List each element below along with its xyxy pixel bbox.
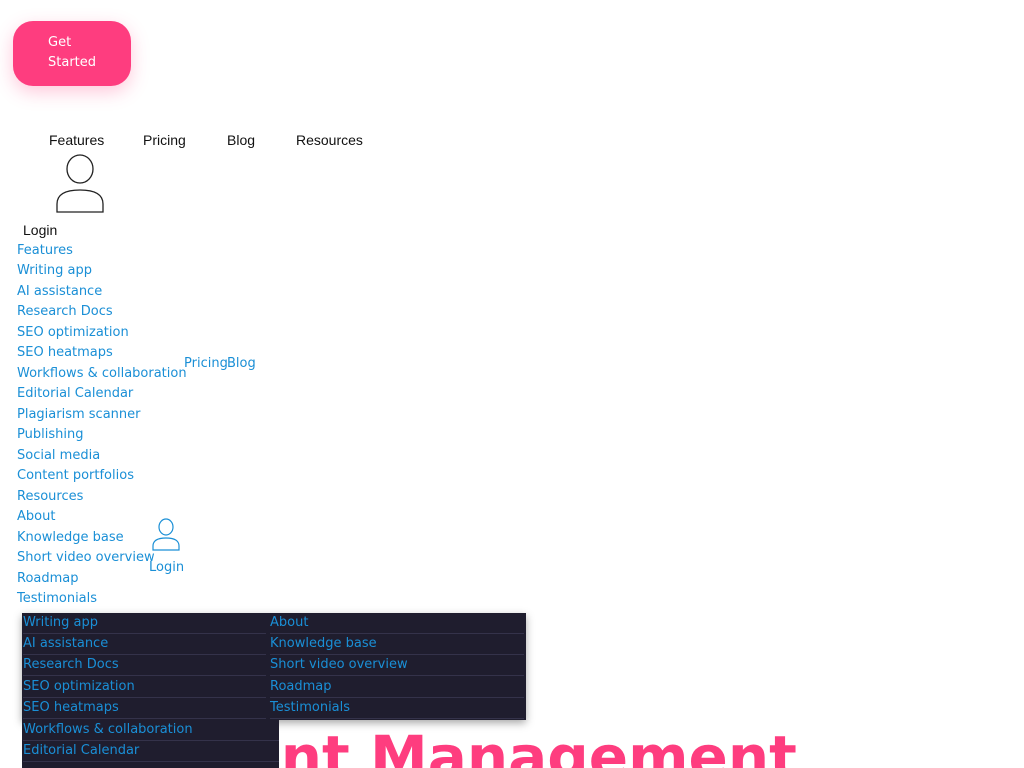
user-icon[interactable]	[55, 154, 105, 214]
get-started-button[interactable]: Get Started	[13, 21, 131, 86]
nav-resources[interactable]: Resources	[296, 132, 363, 148]
menu-item-research-docs[interactable]: Research Docs	[17, 304, 113, 320]
user-icon[interactable]	[151, 518, 181, 552]
dropdown-item-workflows[interactable]: Workflows & collaboration	[23, 720, 279, 741]
menu-item-ai-assistance[interactable]: AI assistance	[17, 284, 102, 300]
menu-item-workflows[interactable]: Workflows & collaboration	[17, 366, 187, 382]
nav-pricing[interactable]: Pricing	[143, 132, 186, 148]
dropdown-item-seo-optimization[interactable]: SEO optimization	[23, 677, 266, 698]
menu-item-testimonials[interactable]: Testimonials	[17, 591, 97, 607]
dropdown-item-editorial-calendar[interactable]: Editorial Calendar	[23, 741, 279, 762]
menu-item-pricing[interactable]: Pricing	[184, 356, 228, 371]
menu-item-blog[interactable]: Blog	[227, 356, 256, 371]
menu-item-features[interactable]: Features	[17, 243, 73, 259]
menu-item-plagiarism-scanner[interactable]: Plagiarism scanner	[17, 407, 140, 423]
dropdown-item-roadmap[interactable]: Roadmap	[270, 677, 524, 698]
mega-dropdown: Writing app AI assistance Research Docs …	[22, 613, 526, 720]
get-started-label: Get Started	[48, 35, 97, 70]
dropdown-item-writing-app[interactable]: Writing app	[23, 613, 266, 634]
menu-item-about[interactable]: About	[17, 509, 55, 525]
menu-item-content-portfolios[interactable]: Content portfolios	[17, 468, 134, 484]
dropdown-item-knowledge-base[interactable]: Knowledge base	[270, 634, 524, 655]
nav-features[interactable]: Features	[49, 132, 104, 148]
dropdown-item-testimonials[interactable]: Testimonials	[270, 698, 524, 719]
menu-item-resources[interactable]: Resources	[17, 489, 83, 505]
menu-item-editorial-calendar[interactable]: Editorial Calendar	[17, 386, 133, 402]
dropdown-item-research-docs[interactable]: Research Docs	[23, 655, 266, 676]
mega-dropdown-overflow: Workflows & collaboration Editorial Cale…	[22, 720, 279, 768]
dropdown-item-ai-assistance[interactable]: AI assistance	[23, 634, 266, 655]
menu-item-roadmap[interactable]: Roadmap	[17, 571, 79, 587]
nav-blog[interactable]: Blog	[227, 132, 255, 148]
menu-item-seo-optimization[interactable]: SEO optimization	[17, 325, 129, 341]
menu-item-writing-app[interactable]: Writing app	[17, 263, 92, 279]
dropdown-item-short-video-overview[interactable]: Short video overview	[270, 655, 524, 676]
menu-item-knowledge-base[interactable]: Knowledge base	[17, 530, 124, 546]
page: Get Started Features Pricing Blog Resour…	[0, 0, 1024, 768]
menu-item-short-video-overview[interactable]: Short video overview	[17, 550, 155, 566]
menu-item-publishing[interactable]: Publishing	[17, 427, 83, 443]
menu-item-social-media[interactable]: Social media	[17, 448, 100, 464]
dropdown-item-about[interactable]: About	[270, 613, 524, 634]
login-link[interactable]: Login	[23, 222, 57, 238]
dropdown-item-seo-heatmaps[interactable]: SEO heatmaps	[23, 698, 266, 719]
mobile-login-link[interactable]: Login	[149, 560, 184, 575]
menu-item-seo-heatmaps[interactable]: SEO heatmaps	[17, 345, 113, 361]
